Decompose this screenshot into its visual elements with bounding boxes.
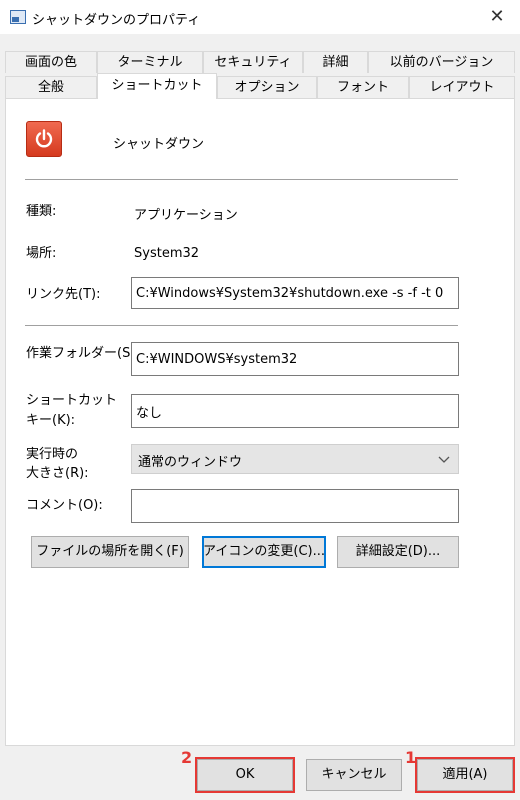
- power-icon: [26, 121, 62, 157]
- window-app-icon: [10, 10, 26, 24]
- type-value: アプリケーション: [134, 208, 238, 223]
- chevron-down-icon: [438, 456, 450, 463]
- type-label: 種類:: [26, 204, 57, 219]
- comment-label: コメント(O):: [26, 498, 103, 513]
- location-label: 場所:: [26, 246, 57, 261]
- ok-button[interactable]: OK: [197, 759, 293, 791]
- tab-general[interactable]: 全般: [5, 76, 97, 98]
- shortcut-key-label-line2: キー(K):: [26, 413, 76, 428]
- tab-security[interactable]: セキュリティ: [203, 51, 303, 73]
- separator: [25, 179, 458, 180]
- start-in-input[interactable]: [131, 342, 459, 376]
- cancel-button[interactable]: キャンセル: [306, 759, 402, 791]
- tab-terminal[interactable]: ターミナル: [97, 51, 203, 73]
- target-label: リンク先(T):: [26, 287, 101, 302]
- annotation-step-2: 2: [181, 748, 193, 767]
- target-input[interactable]: [131, 277, 459, 309]
- open-file-location-button[interactable]: ファイルの場所を開く(F): [31, 536, 189, 568]
- shortcut-key-label-line1: ショートカット: [26, 393, 118, 408]
- run-mode-select[interactable]: 通常のウィンドウ: [131, 444, 459, 474]
- tab-details[interactable]: 詳細: [303, 51, 368, 73]
- separator: [25, 325, 458, 326]
- title-bar: シャットダウンのプロパティ ✕: [0, 0, 520, 34]
- annotation-step-1: 1: [405, 748, 417, 767]
- tab-screen-colors[interactable]: 画面の色: [5, 51, 97, 73]
- start-in-label: 作業フォルダー(S):: [26, 346, 140, 361]
- apply-button[interactable]: 適用(A): [417, 759, 513, 791]
- tab-layout[interactable]: レイアウト: [409, 76, 515, 98]
- close-button[interactable]: ✕: [474, 0, 520, 34]
- shortcut-name: シャットダウン: [113, 137, 205, 152]
- tab-font[interactable]: フォント: [317, 76, 409, 98]
- tab-options[interactable]: オプション: [217, 76, 317, 98]
- change-icon-button[interactable]: アイコンの変更(C)...: [202, 536, 326, 568]
- run-mode-value: 通常のウィンドウ: [138, 455, 243, 470]
- window-title: シャットダウンのプロパティ: [32, 13, 201, 28]
- run-label-line1: 実行時の: [26, 447, 79, 462]
- comment-input[interactable]: [131, 489, 459, 523]
- shortcut-key-input[interactable]: [131, 394, 459, 428]
- advanced-button[interactable]: 詳細設定(D)...: [337, 536, 459, 568]
- location-value: System32: [134, 246, 200, 261]
- tab-shortcut[interactable]: ショートカット: [97, 73, 217, 99]
- run-label-line2: 大きさ(R):: [26, 466, 89, 481]
- tab-previous-versions[interactable]: 以前のバージョン: [368, 51, 515, 73]
